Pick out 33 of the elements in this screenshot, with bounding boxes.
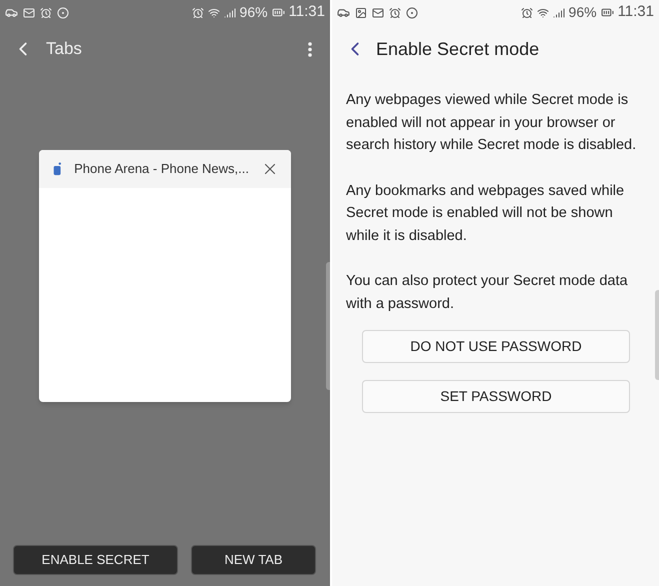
alarm-icon — [192, 6, 204, 18]
more-icon — [308, 42, 312, 56]
battery-percent: 96% — [240, 3, 268, 22]
description-text: You can also protect your Secret mode data with a password. — [346, 272, 629, 314]
edge-handle[interactable] — [326, 262, 330, 390]
battery-icon — [272, 6, 285, 19]
circle-icon — [406, 6, 418, 18]
circle-icon — [57, 6, 69, 18]
no-password-button[interactable]: DO NOT USE PASSWORD — [362, 330, 630, 363]
set-password-button[interactable]: SET PASSWORD — [362, 380, 630, 413]
description-text: Any webpages viewed while Secret mode is enabled will not appear in your browser or search history while Secret mode is disabled. — [346, 91, 638, 155]
new-tab-button[interactable]: NEW TAB — [191, 545, 316, 575]
battery-icon — [600, 6, 614, 19]
alarm-icon — [520, 6, 533, 18]
screen-title: Enable Secret mode — [376, 38, 540, 60]
wifi-icon — [208, 6, 220, 18]
wifi-icon — [536, 6, 549, 18]
clock-time: 11:31 — [288, 2, 325, 22]
phone-icon — [53, 160, 62, 178]
description-text: Any bookmarks and webpages saved while Secret mode is enabled will not be shown while it is disabled. — [346, 182, 626, 246]
tab-card[interactable]: Phone Arena - Phone News,... — [39, 150, 291, 402]
more-menu-button[interactable] — [308, 42, 312, 56]
alarm-icon — [389, 6, 401, 18]
clock-time: 11:31 — [618, 2, 654, 22]
image-icon — [355, 6, 367, 18]
enable-secret-button[interactable]: ENABLE SECRET — [13, 545, 178, 575]
mail-icon — [23, 6, 35, 18]
mail-icon — [372, 6, 384, 18]
tab-title: Phone Arena - Phone News,... — [74, 160, 249, 178]
edge-handle[interactable] — [655, 290, 659, 380]
battery-percent: 96% — [568, 3, 597, 22]
alarm-icon — [40, 6, 52, 18]
screen-title: Tabs — [46, 38, 83, 60]
